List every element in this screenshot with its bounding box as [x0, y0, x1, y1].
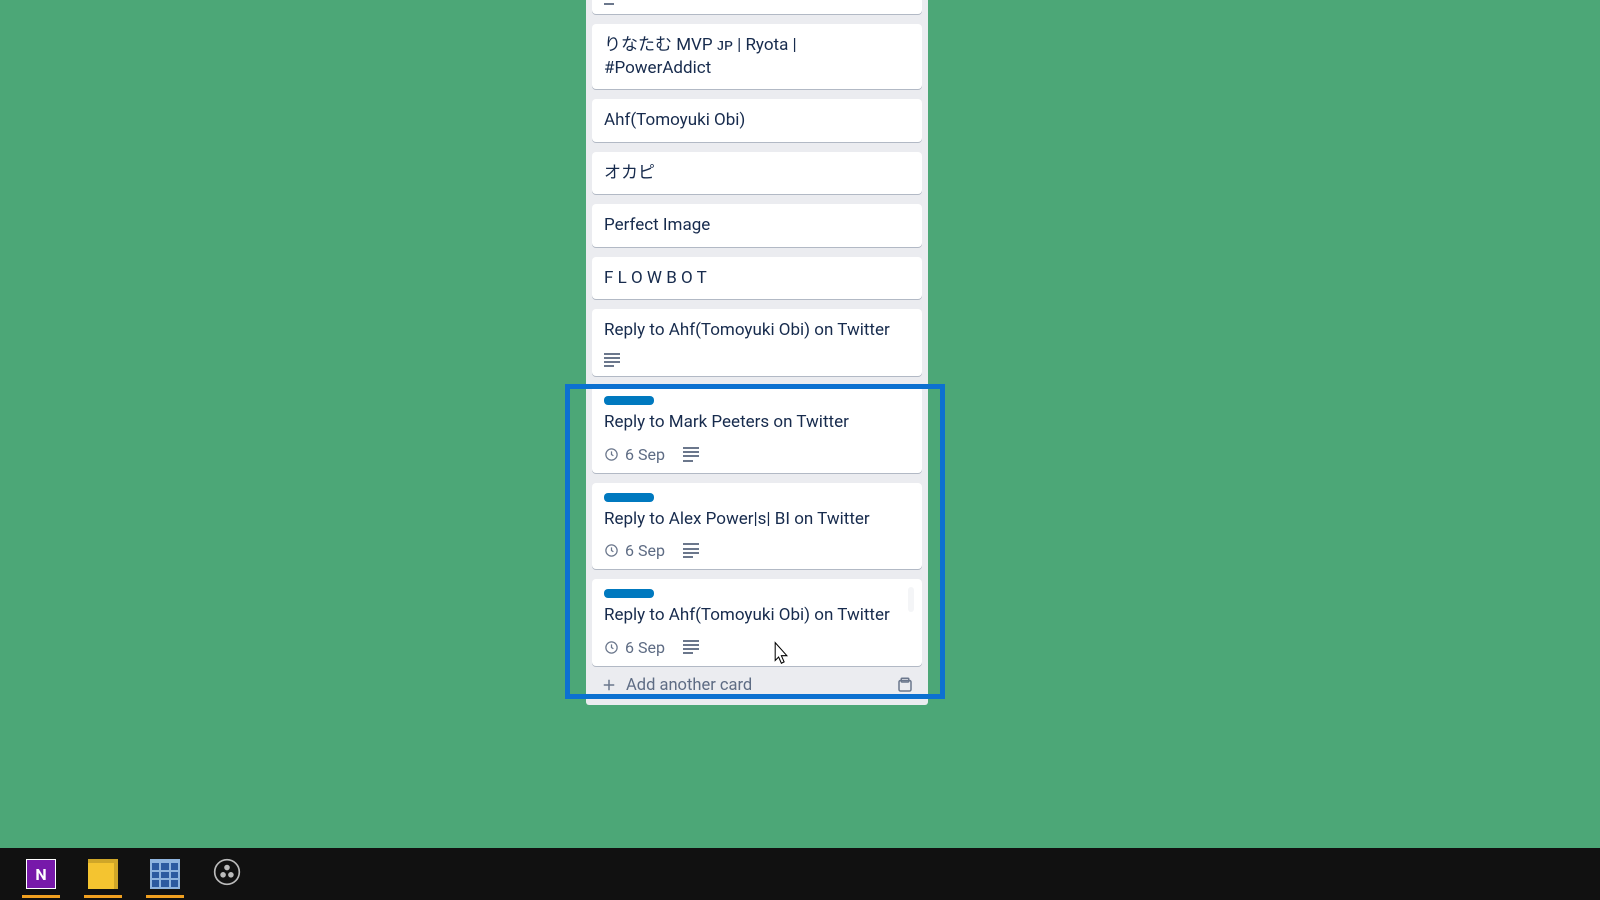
description-icon	[683, 640, 699, 655]
clock-icon	[604, 640, 619, 655]
card-title: Reply to Mark Peeters on Twitter	[604, 411, 910, 434]
onenote-icon: N	[26, 859, 56, 889]
card-title: りなたむ MVP ᴊᴘ | Ryota | #PowerAddict	[604, 34, 910, 81]
trello-card[interactable]	[592, 0, 922, 14]
taskbar-app-onenote[interactable]: N	[20, 853, 62, 895]
card-title: Reply to Ahf(Tomoyuki Obi) on Twitter	[604, 319, 910, 342]
trello-list[interactable]: りなたむ MVP ᴊᴘ | Ryota | #PowerAddict Ahf(T…	[586, 0, 928, 705]
trello-card[interactable]: Reply to Alex Power|s| BI on Twitter 6 S…	[592, 483, 922, 569]
taskbar-app-sticky-notes[interactable]	[82, 853, 124, 895]
due-date-badge: 6 Sep	[604, 445, 665, 464]
taskbar-app-obs[interactable]	[206, 853, 248, 895]
description-icon	[604, 0, 620, 5]
description-icon	[604, 353, 620, 368]
card-title: Reply to Ahf(Tomoyuki Obi) on Twitter	[604, 604, 910, 627]
sticky-notes-icon	[88, 859, 118, 889]
card-title: Perfect Image	[604, 214, 910, 237]
trello-card[interactable]: Reply to Mark Peeters on Twitter 6 Sep	[592, 386, 922, 472]
description-icon	[683, 543, 699, 558]
clock-icon	[604, 543, 619, 558]
card-title: Ahf(Tomoyuki Obi)	[604, 109, 910, 132]
label-blue[interactable]	[604, 493, 654, 502]
trello-card[interactable]: オカピ	[592, 152, 922, 194]
trello-card[interactable]: りなたむ MVP ᴊᴘ | Ryota | #PowerAddict	[592, 24, 922, 90]
obs-icon	[213, 858, 241, 890]
trello-card[interactable]: Reply to Ahf(Tomoyuki Obi) on Twitter 6 …	[592, 579, 922, 665]
windows-taskbar[interactable]: N	[0, 848, 1600, 900]
pencil-icon[interactable]	[908, 587, 914, 612]
trello-card[interactable]: Perfect Image	[592, 204, 922, 246]
label-blue[interactable]	[604, 396, 654, 405]
description-icon	[683, 447, 699, 462]
due-date-badge: 6 Sep	[604, 541, 665, 560]
calculator-icon	[150, 859, 180, 889]
label-blue[interactable]	[604, 589, 654, 598]
card-template-icon[interactable]	[896, 676, 914, 694]
trello-card[interactable]: Reply to Ahf(Tomoyuki Obi) on Twitter	[592, 309, 922, 376]
plus-icon	[600, 676, 618, 694]
card-title: F L O W B O T	[604, 267, 910, 290]
clock-icon	[604, 447, 619, 462]
due-date-badge: 6 Sep	[604, 638, 665, 657]
taskbar-app-calculator[interactable]	[144, 853, 186, 895]
card-title: Reply to Alex Power|s| BI on Twitter	[604, 508, 910, 531]
add-card-button[interactable]: Add another card	[600, 676, 752, 695]
trello-card[interactable]: Ahf(Tomoyuki Obi)	[592, 99, 922, 141]
trello-card[interactable]: F L O W B O T	[592, 257, 922, 299]
card-title: オカピ	[604, 162, 910, 185]
